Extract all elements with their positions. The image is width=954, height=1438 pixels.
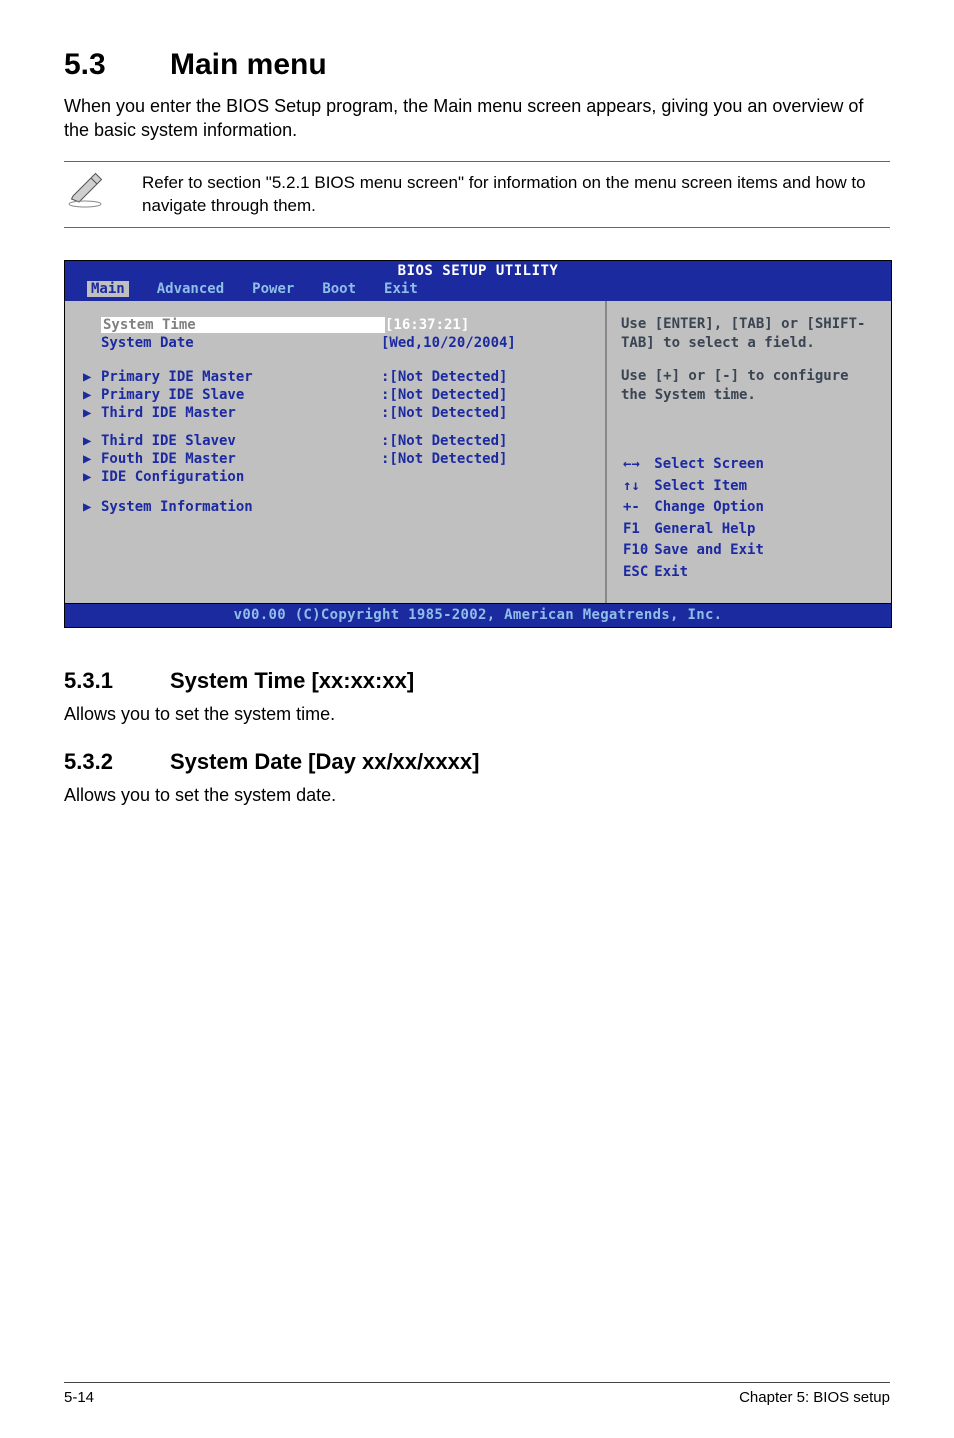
- bios-title: BIOS SETUP UTILITY: [65, 261, 891, 279]
- field-label: Primary IDE Slave: [101, 387, 381, 403]
- bios-help-text-2: Use [+] or [-] to configure the System t…: [621, 367, 881, 405]
- legend-key: F1: [623, 520, 652, 540]
- bios-menu-exit: Exit: [384, 281, 418, 297]
- bios-row-system-time: System Time [16:37:21]: [83, 317, 595, 333]
- section-heading: 5.3Main menu: [64, 48, 890, 82]
- subsection-number: 5.3.2: [64, 749, 170, 775]
- bios-screenshot: BIOS SETUP UTILITY Main Advanced Power B…: [64, 260, 892, 627]
- bios-row-prim-ide-master: ▶ Primary IDE Master :[Not Detected]: [83, 369, 595, 385]
- legend-key: ESC: [623, 563, 652, 583]
- legend-key: ←→: [623, 455, 652, 475]
- bios-row-ide-config: ▶ IDE Configuration: [83, 469, 595, 485]
- subsection-body: Allows you to set the system time.: [64, 704, 890, 725]
- bios-right-pane: Use [ENTER], [TAB] or [SHIFT-TAB] to sel…: [607, 301, 891, 602]
- subsection-title: System Date [Day xx/xx/xxxx]: [170, 749, 479, 774]
- section-title: Main menu: [170, 48, 327, 81]
- note-box: Refer to section "5.2.1 BIOS menu screen…: [64, 161, 890, 229]
- note-text: Refer to section "5.2.1 BIOS menu screen…: [142, 172, 890, 218]
- triangle-icon: ▶: [83, 387, 101, 403]
- subsection-heading: 5.3.2System Date [Day xx/xx/xxxx]: [64, 749, 890, 775]
- section-number: 5.3: [64, 48, 170, 82]
- field-value: :[Not Detected]: [381, 387, 507, 403]
- field-label: Fouth IDE Master: [101, 451, 381, 467]
- bios-help-text-1: Use [ENTER], [TAB] or [SHIFT-TAB] to sel…: [621, 315, 881, 353]
- field-label: System Time: [101, 317, 385, 333]
- bios-menu-advanced: Advanced: [157, 281, 224, 297]
- legend-key: F10: [623, 541, 652, 561]
- field-label: Third IDE Master: [101, 405, 381, 421]
- field-value: :[Not Detected]: [381, 433, 507, 449]
- field-label: System Information: [101, 499, 381, 515]
- legend-val: Exit: [654, 563, 768, 583]
- legend-val: Save and Exit: [654, 541, 768, 561]
- chapter-name: Chapter 5: BIOS setup: [739, 1389, 890, 1406]
- field-label: System Date: [101, 335, 381, 351]
- field-value: [16:37:21]: [385, 317, 469, 333]
- bios-menu-boot: Boot: [322, 281, 356, 297]
- bios-row-third-ide-master: ▶ Third IDE Master :[Not Detected]: [83, 405, 595, 421]
- bios-row-system-info: ▶ System Information: [83, 499, 595, 515]
- subsection-body: Allows you to set the system date.: [64, 785, 890, 806]
- triangle-icon: ▶: [83, 499, 101, 515]
- field-value: :[Not Detected]: [381, 405, 507, 421]
- triangle-icon: ▶: [83, 433, 101, 449]
- triangle-icon: ▶: [83, 469, 101, 485]
- subsection-title: System Time [xx:xx:xx]: [170, 668, 414, 693]
- field-value: [Wed,10/20/2004]: [381, 335, 516, 351]
- bios-row-third-ide-slave: ▶ Third IDE Slavev :[Not Detected]: [83, 433, 595, 449]
- bios-row-prim-ide-slave: ▶ Primary IDE Slave :[Not Detected]: [83, 387, 595, 403]
- intro-paragraph: When you enter the BIOS Setup program, t…: [64, 94, 890, 143]
- bios-menubar: Main Advanced Power Boot Exit: [65, 279, 891, 301]
- legend-val: General Help: [654, 520, 768, 540]
- page-number: 5-14: [64, 1389, 94, 1406]
- subsection-number: 5.3.1: [64, 668, 170, 694]
- bios-menu-power: Power: [252, 281, 294, 297]
- legend-key: ↑↓: [623, 477, 652, 497]
- legend-val: Select Item: [654, 477, 768, 497]
- subsection-heading: 5.3.1System Time [xx:xx:xx]: [64, 668, 890, 694]
- triangle-icon: ▶: [83, 369, 101, 385]
- bios-left-pane: System Time [16:37:21] System Date [Wed,…: [65, 301, 607, 602]
- page-footer: 5-14 Chapter 5: BIOS setup: [64, 1382, 890, 1430]
- bios-key-legend: ←→Select Screen ↑↓Select Item +-Change O…: [621, 453, 881, 585]
- pencil-icon: [64, 172, 114, 208]
- field-value: :[Not Detected]: [381, 451, 507, 467]
- bios-header: BIOS SETUP UTILITY Main Advanced Power B…: [65, 261, 891, 301]
- triangle-icon: ▶: [83, 451, 101, 467]
- field-label: Primary IDE Master: [101, 369, 381, 385]
- field-label: IDE Configuration: [101, 469, 381, 485]
- bios-row-fourth-ide-master: ▶ Fouth IDE Master :[Not Detected]: [83, 451, 595, 467]
- legend-key: +-: [623, 498, 652, 518]
- bios-footer: v00.00 (C)Copyright 1985-2002, American …: [65, 603, 891, 627]
- bios-row-system-date: System Date [Wed,10/20/2004]: [83, 335, 595, 351]
- legend-val: Change Option: [654, 498, 768, 518]
- triangle-icon: ▶: [83, 405, 101, 421]
- field-value: :[Not Detected]: [381, 369, 507, 385]
- field-label: Third IDE Slavev: [101, 433, 381, 449]
- bios-menu-main: Main: [87, 281, 129, 297]
- legend-val: Select Screen: [654, 455, 768, 475]
